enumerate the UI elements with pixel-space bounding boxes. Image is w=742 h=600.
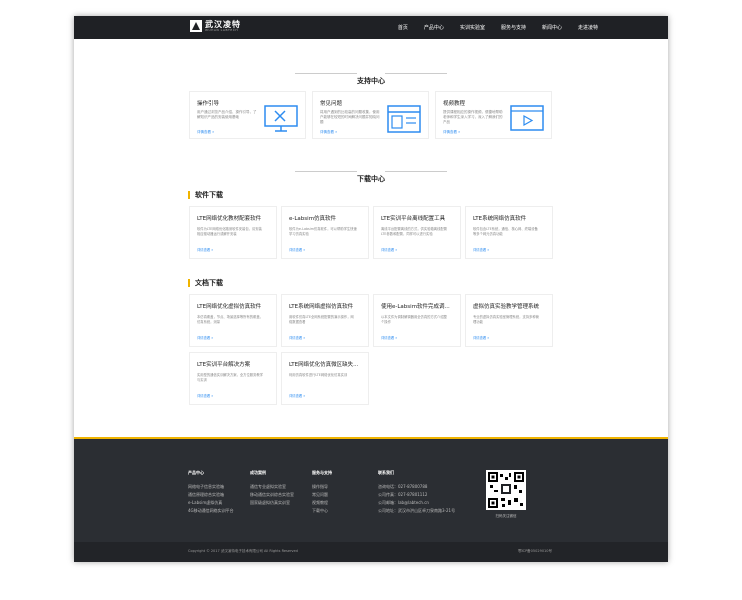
doc-card[interactable]: LTE实训平台解决方案 实用型的通信实训解决方案，全方位服务教学与实训 详情查看… [189, 352, 277, 405]
doc-card[interactable]: LTE网络优化虚拟仿真软件 本仿真覆盖，节点、场景选择等所有的覆盖，仿真系统，测… [189, 294, 277, 347]
footer-col-contact: 联系我们 咨询电话：027-87800788 公司传真：027-87801112… [378, 470, 456, 513]
main-nav: 首页 产品中心 实训实验室 服务与支持 新闻中心 走进凌特 [390, 16, 606, 39]
software-heading: 软件下载 [188, 191, 223, 199]
footer-link[interactable]: 通信原理综合实验箱 [188, 491, 234, 499]
footer-link[interactable]: 下载中心 [312, 507, 332, 515]
software-card[interactable]: LTE网络优化教材配套软件 软件为LTE网络优化路测软件安装包，请安装相应驱动器… [189, 206, 277, 259]
doc-card[interactable]: 使用e-Labsim软件完成调... 以本文件为调制解调器用全仿真的方式介绍整个… [373, 294, 461, 347]
doc-card[interactable]: LTE网络优化仿真微区缺失... 利用仿真软件进行LTE网络优化仿真实训 详情查… [281, 352, 369, 405]
support-card-guide[interactable]: 操作引导 用户通过浏览产品介绍、操作引导，了解知识产品的安装使用基础 详情查看 … [189, 91, 306, 139]
page-frame: 武汉凌特 WUHAN LABTECH 首页 产品中心 实训实验室 服务与支持 新… [74, 16, 668, 562]
logo-subtitle: WUHAN LABTECH [205, 27, 239, 32]
footer-link[interactable]: 4G移动通信网络实训平台 [188, 507, 234, 515]
software-card[interactable]: e-Labsim仿真软件 软件为e-Labsim仿真软件，可以帮助学生快速学习仿… [281, 206, 369, 259]
footer-col-products: 产品中心 网络电子信息实验箱 通信原理综合实验箱 e-Labsim虚拟仿真 4G… [188, 470, 234, 515]
layout-icon [387, 105, 421, 133]
icp-link[interactable]: 鄂ICP备05029010号 [518, 549, 552, 554]
footer-link[interactable]: 移动通信实训综合实验室 [250, 491, 294, 499]
footer-link[interactable]: 常见问题 [312, 491, 332, 499]
copyright-bar: Copyright © 2017 武汉凌特电子技术有限公司 All Rights… [74, 542, 668, 562]
video-player-icon [510, 105, 544, 131]
footer-link[interactable]: 网络电子信息实验箱 [188, 483, 234, 491]
footer: 产品中心 网络电子信息实验箱 通信原理综合实验箱 e-Labsim虚拟仿真 4G… [74, 437, 668, 542]
monitor-tools-icon [264, 105, 298, 132]
software-card[interactable]: LTE系统网络仿真软件 软件包含LTE系统，通信、核心网、终端设备等多个网元仿真… [465, 206, 553, 259]
nav-products[interactable]: 产品中心 [416, 24, 452, 31]
nav-home[interactable]: 首页 [390, 24, 416, 31]
support-section-title: 支持中心 [74, 68, 668, 87]
doc-card[interactable]: 虚拟仿真实验教学管理系统 专业的虚拟仿真实验室管理系统，支持多种管理功能 详情查… [465, 294, 553, 347]
doc-card[interactable]: LTE系统网络虚拟仿真软件 用软件仿真LTE全网系统配置的演示操作，网络数据查看… [281, 294, 369, 347]
footer-col-support: 服务与支持 操作指导 常见问题 视频教程 下载中心 [312, 470, 332, 515]
logo[interactable]: 武汉凌特 WUHAN LABTECH [190, 20, 241, 32]
nav-labs[interactable]: 实训实验室 [452, 24, 493, 31]
footer-link[interactable]: 视频教程 [312, 499, 332, 507]
contact-address: 公司地址：武汉市洪山区卓刀泉南路3-21号 [378, 508, 456, 513]
contact-fax: 公司传真：027-87801112 [378, 492, 428, 497]
copyright-text: Copyright © 2017 武汉凌特电子技术有限公司 All Rights… [188, 549, 298, 553]
footer-col-cases: 成功案例 通信专业虚拟实验室 移动通信实训综合实验室 国家级虚拟仿真实训室 [250, 470, 294, 507]
footer-link[interactable]: e-Labsim虚拟仿真 [188, 499, 234, 507]
download-section-title: 下载中心 [74, 166, 668, 185]
qr-code-icon [486, 470, 526, 510]
contact-phone: 咨询电话：027-87800788 [378, 484, 428, 489]
nav-news[interactable]: 新闻中心 [534, 24, 570, 31]
top-navbar: 武汉凌特 WUHAN LABTECH 首页 产品中心 实训实验室 服务与支持 新… [74, 16, 668, 39]
docs-heading: 文档下载 [188, 279, 223, 287]
software-card[interactable]: LTE实训平台离线配置工具 离线平台配置离线的方式，供实验箱离线配置LTE参数和… [373, 206, 461, 259]
support-card-faq[interactable]: 常见问题 将用户遇到的比较高的问题收集，使用户能够在较短的时间解决问题并知晓问题… [312, 91, 429, 139]
logo-icon [190, 20, 202, 32]
footer-link[interactable]: 操作指导 [312, 483, 332, 491]
qr-caption: 扫码关注微信 [495, 514, 517, 518]
footer-link[interactable]: 国家级虚拟仿真实训室 [250, 499, 294, 507]
footer-link[interactable]: 通信专业虚拟实验室 [250, 483, 294, 491]
nav-about[interactable]: 走进凌特 [570, 24, 606, 31]
contact-email[interactable]: 公司邮箱：lab@labtech.cn [378, 499, 455, 507]
nav-support[interactable]: 服务与支持 [493, 24, 534, 31]
support-card-video[interactable]: 视频教程 提供课程相应的操作视频，便捷地帮助老师和学生深入学习，深入了解我们的产… [435, 91, 552, 139]
